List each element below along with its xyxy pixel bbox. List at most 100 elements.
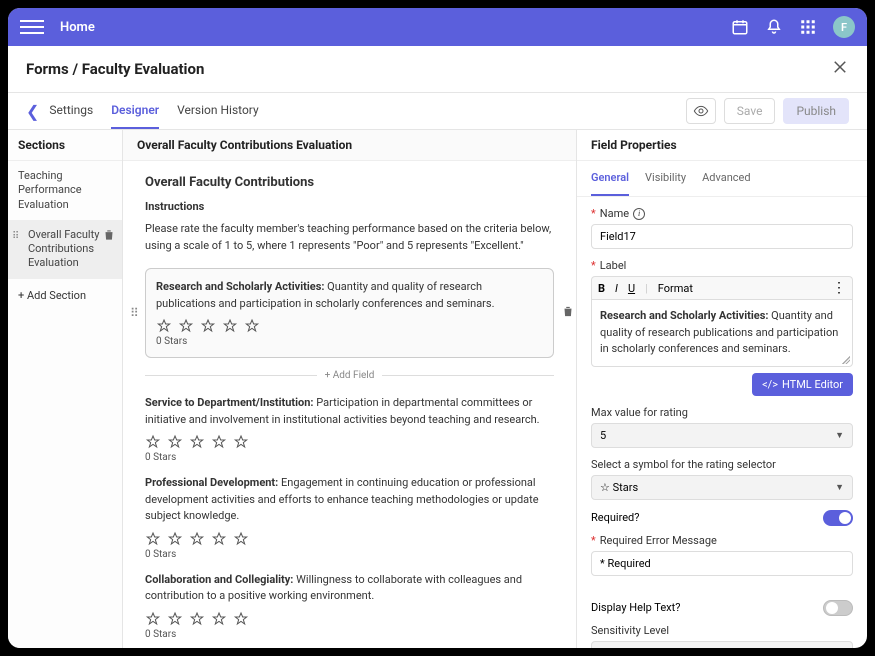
drag-handle-icon[interactable]: ⠿: [130, 306, 139, 320]
underline-button[interactable]: U: [628, 282, 635, 295]
format-select[interactable]: Format: [658, 282, 693, 295]
prop-symbol: Select a symbol for the rating selector …: [591, 458, 853, 500]
close-icon[interactable]: [831, 58, 849, 80]
hamburger-menu-icon[interactable]: [20, 15, 44, 39]
drag-handle-icon[interactable]: ⠿: [12, 230, 19, 243]
help-text-toggle[interactable]: [823, 600, 853, 616]
stars-caption: 0 Stars: [145, 549, 554, 560]
symbol-select[interactable]: ☆ Stars▼: [591, 475, 853, 500]
required-toggle[interactable]: [823, 510, 853, 526]
canvas-panel: Overall Faculty Contributions Evaluation…: [123, 130, 577, 648]
prop-name: *Namei: [591, 207, 853, 249]
star-icon[interactable]: [167, 434, 183, 450]
tab-designer[interactable]: Designer: [111, 93, 159, 129]
star-rating[interactable]: [145, 434, 554, 450]
apps-grid-icon[interactable]: [799, 18, 817, 36]
trash-icon[interactable]: [561, 305, 575, 322]
max-value-select[interactable]: 5▼: [591, 423, 853, 448]
star-rating[interactable]: [145, 531, 554, 547]
props-tab-general[interactable]: General: [591, 161, 629, 196]
info-icon[interactable]: i: [633, 208, 645, 220]
prop-label: *Label B I U | Format ⋮ Research and Sch…: [591, 259, 853, 396]
star-icon[interactable]: [178, 318, 194, 334]
avatar[interactable]: F: [833, 16, 855, 38]
star-icon[interactable]: [222, 318, 238, 334]
back-chevron-icon[interactable]: ❮: [26, 102, 39, 121]
sections-header: Sections: [8, 130, 122, 161]
star-rating[interactable]: [145, 611, 554, 627]
bell-icon[interactable]: [765, 18, 783, 36]
section-item[interactable]: ⠿ Overall Faculty Contributions Evaluati…: [8, 220, 122, 279]
resize-handle-icon[interactable]: [842, 356, 850, 364]
star-icon[interactable]: [145, 434, 161, 450]
publish-button[interactable]: Publish: [783, 98, 849, 124]
max-value-label: Max value for rating: [591, 406, 853, 419]
more-icon[interactable]: ⋮: [832, 281, 846, 295]
star-icon[interactable]: [233, 434, 249, 450]
add-field-button[interactable]: + Add Field: [317, 370, 383, 381]
breadcrumb: Forms / Faculty Evaluation: [26, 60, 831, 78]
html-editor-button[interactable]: </>HTML Editor: [752, 373, 853, 396]
prop-required-error: *Required Error Message: [591, 534, 853, 576]
section-item[interactable]: Teaching Performance Evaluation: [8, 161, 122, 220]
app-window: Home F Forms / Faculty Evaluation ❮ Sett…: [8, 8, 867, 648]
chevron-down-icon: ▼: [835, 482, 844, 493]
italic-button[interactable]: I: [615, 282, 618, 295]
prop-max-value: Max value for rating 5▼: [591, 406, 853, 448]
name-input[interactable]: [591, 224, 853, 249]
tab-actions: Save Publish: [686, 98, 849, 124]
prop-label-label: Label: [600, 259, 627, 272]
field-label: Research and Scholarly Activities: Quant…: [156, 279, 543, 312]
star-icon[interactable]: [211, 611, 227, 627]
tabs-row: ❮ Settings Designer Version History Save…: [8, 93, 867, 130]
star-icon[interactable]: [200, 318, 216, 334]
star-icon[interactable]: [233, 611, 249, 627]
code-icon: </>: [762, 378, 778, 391]
page-header: Forms / Faculty Evaluation: [8, 46, 867, 93]
tab-version-history[interactable]: Version History: [177, 93, 259, 129]
star-icon[interactable]: [189, 531, 205, 547]
star-icon[interactable]: [167, 611, 183, 627]
rating-field[interactable]: Professional Development: Engagement in …: [145, 475, 554, 560]
tabs: Settings Designer Version History: [49, 93, 685, 129]
props-header: Field Properties: [577, 130, 867, 161]
symbol-label: Select a symbol for the rating selector: [591, 458, 853, 471]
chevron-down-icon: ▼: [835, 648, 844, 649]
required-error-label: Required Error Message: [600, 534, 717, 547]
sensitivity-select[interactable]: Low▼: [591, 641, 853, 649]
tab-settings[interactable]: Settings: [49, 93, 93, 129]
save-button[interactable]: Save: [724, 98, 776, 124]
star-icon[interactable]: [167, 531, 183, 547]
rating-field[interactable]: ⠿ Research and Scholarly Activities: Qua…: [145, 268, 554, 358]
section-item-label: Overall Faculty Contributions Evaluation: [28, 228, 99, 270]
star-icon[interactable]: [189, 434, 205, 450]
instructions-text: Please rate the faculty member's teachin…: [145, 221, 554, 254]
props-tab-advanced[interactable]: Advanced: [702, 161, 750, 196]
bold-button[interactable]: B: [598, 282, 605, 295]
star-icon[interactable]: [145, 531, 161, 547]
required-error-input[interactable]: [591, 551, 853, 576]
rating-field[interactable]: Collaboration and Collegiality: Willingn…: [145, 572, 554, 640]
add-section-button[interactable]: + Add Section: [8, 279, 122, 312]
star-icon[interactable]: [189, 611, 205, 627]
rich-text-area[interactable]: Research and Scholarly Activities: Quant…: [591, 299, 853, 367]
star-icon[interactable]: [233, 531, 249, 547]
preview-button[interactable]: [686, 98, 716, 124]
props-tab-visibility[interactable]: Visibility: [645, 161, 686, 196]
canvas-body: Overall Faculty Contributions Instructio…: [123, 161, 576, 648]
chevron-down-icon: ▼: [835, 430, 844, 441]
rating-field[interactable]: Service to Department/Institution: Parti…: [145, 395, 554, 463]
calendar-icon[interactable]: [731, 18, 749, 36]
stars-caption: 0 Stars: [156, 336, 543, 347]
trash-icon[interactable]: [102, 228, 116, 246]
section-item-label: Teaching Performance Evaluation: [18, 169, 82, 211]
star-icon[interactable]: [211, 531, 227, 547]
star-icon[interactable]: [145, 611, 161, 627]
props-tabs: General Visibility Advanced: [577, 161, 867, 197]
star-rating[interactable]: [156, 318, 543, 334]
star-icon[interactable]: [244, 318, 260, 334]
field-label: Collaboration and Collegiality: Willingn…: [145, 572, 554, 605]
required-label: Required?: [591, 511, 639, 524]
star-icon[interactable]: [211, 434, 227, 450]
star-icon[interactable]: [156, 318, 172, 334]
